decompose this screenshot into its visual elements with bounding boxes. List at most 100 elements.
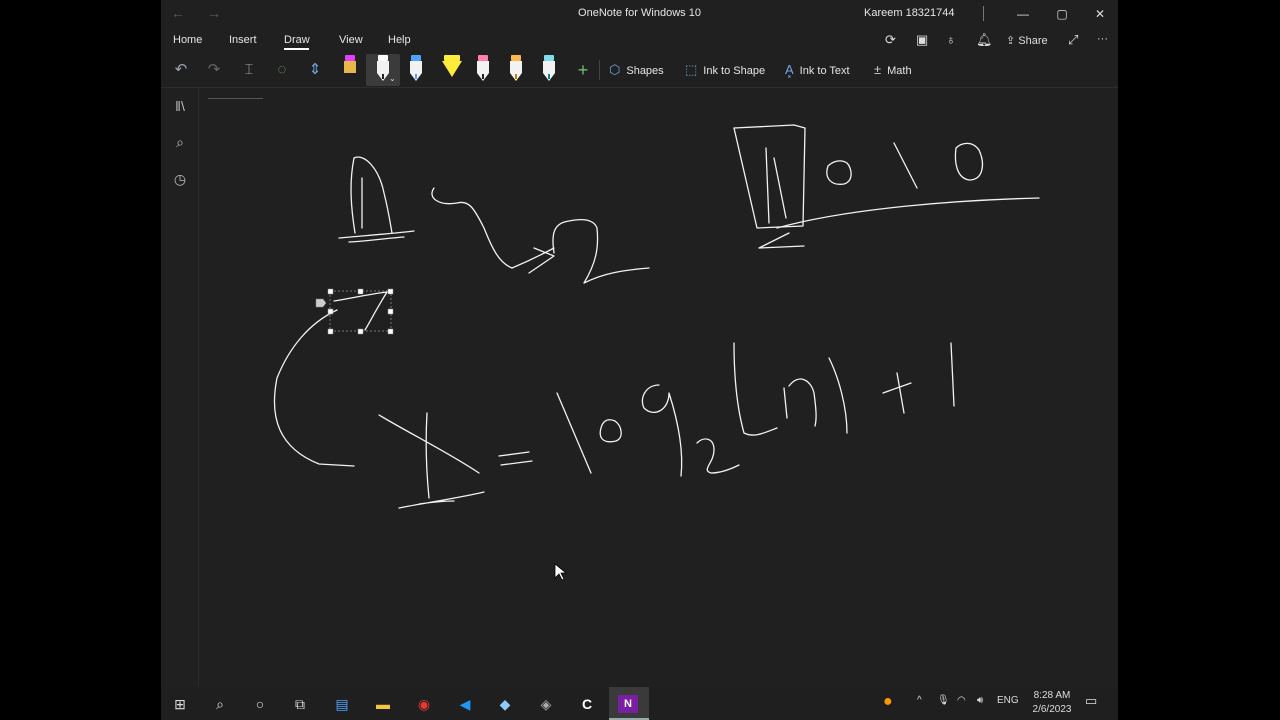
minimize-button[interactable]: — [1008, 3, 1038, 25]
tab-help[interactable]: Help [388, 34, 411, 46]
app-c-icon[interactable]: C [576, 693, 598, 715]
active-tab-indicator [284, 48, 309, 50]
ink-stroke [826, 160, 852, 185]
ink-stroke [733, 342, 778, 436]
recent-clock-icon[interactable]: ◷ [171, 171, 189, 189]
shapes-icon: ⬡ [609, 62, 621, 77]
pen-blue[interactable] [407, 55, 425, 82]
chevron-up-icon[interactable]: ^ [917, 695, 922, 706]
more-options-button[interactable]: ··· [1097, 33, 1108, 45]
pen-options-chevron-icon[interactable]: ⌄ [389, 74, 396, 83]
math-label: Math [887, 65, 912, 77]
ink-stroke [776, 197, 1040, 229]
ink-stroke [950, 342, 955, 407]
ink-stroke [828, 357, 848, 434]
type-select-icon[interactable]: ⌶ [236, 59, 262, 81]
lightbulb-icon[interactable]: ♁ [946, 32, 956, 47]
notifications-icon[interactable]: ▭ [1085, 693, 1097, 709]
tab-draw[interactable]: Draw [284, 34, 310, 46]
tab-insert[interactable]: Insert [229, 34, 257, 46]
pen-cyan[interactable] [540, 55, 558, 82]
ink-stroke [273, 309, 355, 467]
ink-stroke [556, 392, 592, 474]
shapes-button[interactable]: ⬡ Shapes [609, 62, 664, 78]
clock-date: 2/6/2023 [1032, 704, 1072, 715]
ink-stroke [765, 147, 787, 224]
bell-icon[interactable]: 🔔︎ [976, 32, 993, 48]
title-bar: ← → OneNote for Windows 10 Kareem 183217… [161, 0, 1118, 28]
ink-stroke [599, 419, 622, 443]
ink-stroke [511, 247, 555, 274]
ink-stroke [431, 187, 513, 269]
shapes-label: Shapes [626, 65, 664, 77]
add-space-icon[interactable]: ⇕ [302, 59, 328, 81]
pen-pink[interactable] [474, 55, 492, 82]
taskbar-clock[interactable]: 8:28 AM 2/6/2023 [1030, 689, 1074, 717]
highlighter-yellow[interactable] [440, 55, 464, 82]
ink-to-text-icon: A͓ [785, 62, 794, 77]
clock-time: 8:28 AM [1033, 690, 1071, 701]
task-view-icon[interactable]: ⧉ [289, 693, 311, 715]
ink-stroke [641, 384, 683, 477]
notebook-icon[interactable]: ▣ [916, 32, 928, 48]
toolbar-divider [599, 60, 600, 80]
search-icon[interactable]: ⌕ [209, 693, 231, 715]
vscode-icon[interactable]: ◀ [454, 693, 476, 715]
volume-icon[interactable]: 🔊︎ [977, 695, 983, 706]
status-orange-icon[interactable]: ● [883, 693, 893, 711]
ink-stroke [398, 491, 485, 509]
window-title: OneNote for Windows 10 [578, 7, 701, 19]
math-icon: ± [874, 62, 882, 77]
onenote-icon[interactable]: N [618, 695, 638, 713]
ink-stroke [333, 291, 388, 331]
selection-box [315, 288, 394, 335]
add-pen-icon[interactable]: + [570, 59, 596, 81]
windows-taskbar: ⊞ ⌕ ○ ⧉ ▤ ▬ ◉ ◀ ◆ ◈ C N ● ^ 🎙︎ ◠ 🔊︎ ENG … [161, 687, 1118, 720]
ink-stroke [378, 412, 480, 499]
onenote-window: ← → OneNote for Windows 10 Kareem 183217… [161, 0, 1118, 687]
file-explorer-icon[interactable]: ▬ [372, 693, 394, 715]
ink-stroke [733, 124, 806, 229]
ink-to-shape-label: Ink to Shape [703, 65, 766, 77]
close-button[interactable]: ✕ [1085, 3, 1115, 25]
ink-drawing[interactable] [199, 88, 1118, 687]
chrome-icon[interactable]: ◉ [413, 693, 435, 715]
share-label: Share [1018, 35, 1048, 47]
math-button[interactable]: ± Math [874, 62, 912, 77]
fullscreen-icon[interactable]: ⤢ [1068, 32, 1078, 48]
lasso-select-icon[interactable]: ◌ [269, 59, 295, 81]
share-button[interactable]: ⇪ Share [1006, 34, 1048, 47]
microphone-icon[interactable]: 🎙︎ [937, 695, 950, 706]
mouse-cursor-icon [554, 563, 568, 581]
ink-stroke [893, 142, 918, 189]
share-icon: ⇪ [1006, 35, 1019, 47]
ink-stroke [498, 451, 533, 466]
tab-home[interactable]: Home [173, 34, 202, 46]
pen-orange[interactable] [507, 55, 525, 82]
undo-icon[interactable]: ↶ [168, 59, 194, 81]
redo-icon[interactable]: ↷ [201, 59, 227, 81]
maximize-button[interactable]: ▢ [1047, 3, 1077, 25]
ink-stroke [696, 438, 740, 474]
sync-icon[interactable]: ⟳ [885, 32, 896, 48]
wifi-icon[interactable]: ◠ [957, 695, 966, 706]
tab-view[interactable]: View [339, 34, 363, 46]
pen-purple[interactable] [341, 55, 359, 82]
ink-stroke [758, 232, 805, 249]
app-icon[interactable]: ◆ [494, 693, 516, 715]
titlebar-separator [983, 6, 984, 21]
page-canvas[interactable] [199, 88, 1118, 687]
search-icon[interactable]: ⌕ [171, 134, 189, 152]
windows-start-icon[interactable]: ⊞ [169, 693, 191, 715]
ink-to-shape-button[interactable]: ⬚ Ink to Shape [685, 62, 765, 78]
ink-stroke [350, 156, 393, 234]
cortana-icon[interactable]: ○ [249, 693, 271, 715]
ink-stroke [783, 378, 817, 427]
store-icon[interactable]: ▤ [331, 693, 353, 715]
git-icon[interactable]: ◈ [535, 693, 557, 715]
ink-to-text-button[interactable]: A͓ Ink to Text [785, 62, 850, 77]
notebooks-icon[interactable]: ‖\ [171, 98, 189, 116]
language-indicator[interactable]: ENG [997, 695, 1019, 706]
user-account[interactable]: Kareem 18321744 [864, 7, 955, 19]
ink-stroke [338, 230, 415, 243]
